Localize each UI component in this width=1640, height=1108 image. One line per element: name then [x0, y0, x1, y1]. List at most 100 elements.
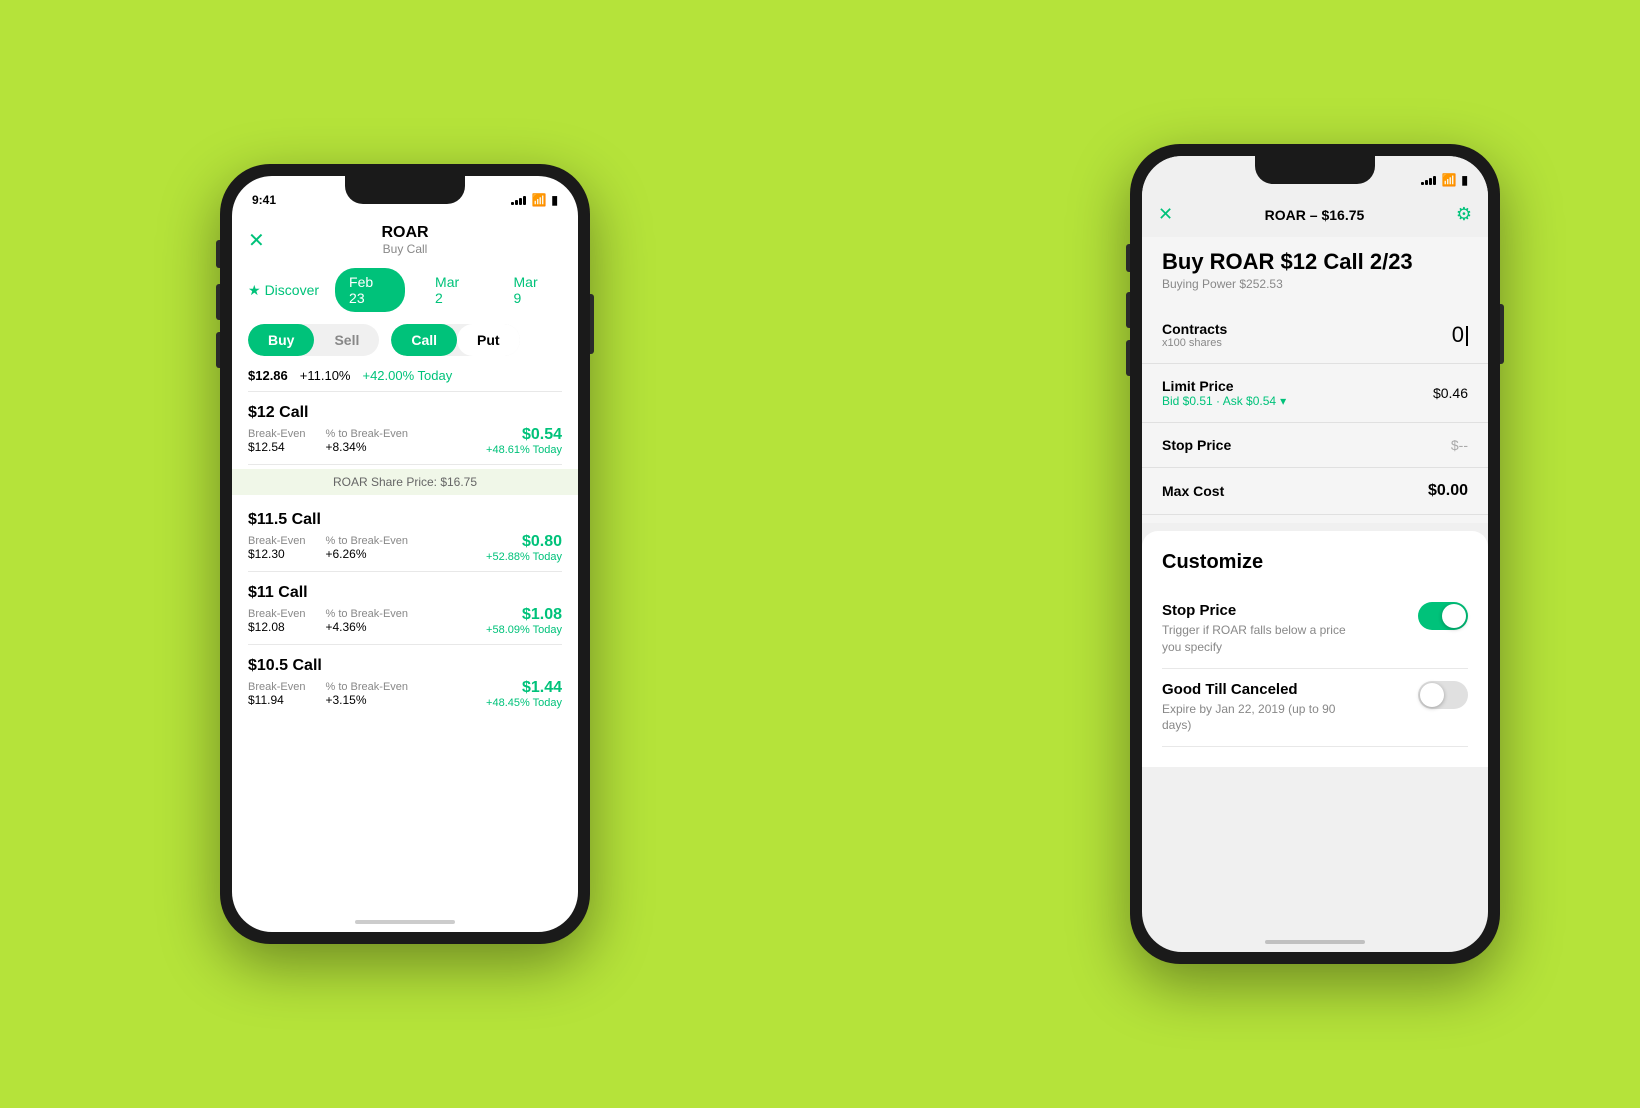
mute-button-right — [1126, 244, 1130, 272]
notch-right — [1255, 156, 1375, 184]
option-name-11: $11 Call — [248, 584, 562, 602]
gtc-desc: Expire by Jan 22, 2019 (up to 90 days) — [1162, 701, 1362, 735]
stop-price-label: Stop Price — [1162, 437, 1231, 453]
put-button[interactable]: Put — [457, 324, 520, 356]
pct-val: +8.34% — [325, 440, 408, 454]
stop-price-value[interactable]: $-- — [1451, 437, 1468, 453]
stop-price-customize-label: Stop Price — [1162, 602, 1362, 619]
customize-title: Customize — [1162, 551, 1468, 574]
buy-sell-toggle: Buy Sell — [248, 324, 379, 356]
option-price-115: $0.80 +52.88% Today — [486, 533, 562, 563]
buying-power: Buying Power $252.53 — [1162, 277, 1468, 291]
option-card-115[interactable]: $11.5 Call Break-Even $12.30 % to Break-… — [232, 499, 578, 571]
option-price-11: $1.08 +58.09% Today — [486, 606, 562, 636]
pct-col-105: % to Break-Even +3.15% — [325, 681, 408, 707]
signal-icon — [511, 196, 526, 205]
opt-price-main-12: $0.54 — [486, 426, 562, 444]
pct-col: % to Break-Even +8.34% — [325, 428, 408, 454]
ticker-name: ROAR — [381, 224, 428, 242]
date-tabs: ★ Discover Feb 23 Mar 2 Mar 9 — [232, 260, 578, 320]
gtc-label: Good Till Canceled — [1162, 681, 1362, 698]
option-details-11: Break-Even $12.08 % to Break-Even +4.36%… — [248, 606, 562, 636]
chevron-down-icon[interactable]: ▾ — [1280, 394, 1286, 408]
option-price-12: $0.54 +48.61% Today — [486, 426, 562, 456]
call-put-toggle: Call Put — [391, 324, 519, 356]
right-header: ✕ ROAR – $16.75 ⚙ — [1142, 196, 1488, 237]
option-left-105: Break-Even $11.94 % to Break-Even +3.15% — [248, 681, 408, 707]
tab-mar2[interactable]: Mar 2 — [421, 268, 483, 312]
price-change-pct: +11.10% — [300, 368, 351, 383]
battery-icon-right: ▮ — [1461, 173, 1468, 187]
home-indicator-right — [1265, 940, 1365, 944]
buy-title: Buy ROAR $12 Call 2/23 — [1162, 249, 1468, 275]
phone-right: 📶 ▮ ✕ ROAR – $16.75 ⚙ Buy ROAR $12 Call … — [1130, 144, 1500, 964]
close-icon-right[interactable]: ✕ — [1158, 204, 1173, 225]
option-price-105: $1.44 +48.45% Today — [486, 679, 562, 709]
toggle-knob-off — [1420, 683, 1444, 707]
volume-up-right — [1126, 292, 1130, 328]
limit-price-row[interactable]: Limit Price Bid $0.51 · Ask $0.54 ▾ $0.4… — [1142, 364, 1488, 423]
divider-2 — [248, 464, 562, 465]
customize-section: Customize Stop Price Trigger if ROAR fal… — [1142, 531, 1488, 767]
volume-up-button — [216, 284, 220, 320]
option-card-12[interactable]: $12 Call Break-Even $12.54 % to Break-Ev… — [232, 392, 578, 464]
breakeven-label: Break-Even — [248, 428, 305, 440]
option-card-11[interactable]: $11 Call Break-Even $12.08 % to Break-Ev… — [232, 572, 578, 644]
opt-price-sub-12: +48.61% Today — [486, 444, 562, 456]
buy-button[interactable]: Buy — [248, 324, 314, 356]
gtc-customize-row: Good Till Canceled Expire by Jan 22, 201… — [1162, 669, 1468, 748]
option-toggles: Buy Sell Call Put — [232, 320, 578, 360]
max-cost-label: Max Cost — [1162, 483, 1224, 499]
discover-tab[interactable]: ★ Discover — [248, 282, 319, 299]
form-section: Contracts x100 shares 0 Limit Price Bid … — [1142, 307, 1488, 523]
breakeven-col-115: Break-Even $12.30 — [248, 535, 305, 561]
breakeven-col-105: Break-Even $11.94 — [248, 681, 305, 707]
status-icons-right: 📶 ▮ — [1421, 173, 1468, 187]
limit-label-group: Limit Price Bid $0.51 · Ask $0.54 ▾ — [1162, 378, 1286, 408]
option-card-105[interactable]: $10.5 Call Break-Even $11.94 % to Break-… — [232, 645, 578, 717]
buy-section: Buy ROAR $12 Call 2/23 Buying Power $252… — [1142, 237, 1488, 307]
stop-price-row[interactable]: Stop Price $-- — [1142, 423, 1488, 468]
pct-label: % to Break-Even — [325, 428, 408, 440]
tab-mar9[interactable]: Mar 9 — [500, 268, 562, 312]
gtc-toggle[interactable] — [1418, 681, 1468, 709]
power-button — [590, 294, 594, 354]
ticker-info: ROAR Buy Call — [381, 224, 428, 256]
breakeven-val: $12.54 — [248, 440, 305, 454]
option-left-115: Break-Even $12.30 % to Break-Even +6.26% — [248, 535, 408, 561]
home-indicator-left — [355, 920, 455, 924]
contracts-input[interactable]: 0 — [1428, 322, 1468, 348]
pct-col-115: % to Break-Even +6.26% — [325, 535, 408, 561]
right-screen: 📶 ▮ ✕ ROAR – $16.75 ⚙ Buy ROAR $12 Call … — [1142, 156, 1488, 952]
contracts-row[interactable]: Contracts x100 shares 0 — [1142, 307, 1488, 364]
star-icon: ★ — [248, 282, 261, 299]
signal-icon-right — [1421, 176, 1436, 185]
status-icons-left: 📶 ▮ — [511, 193, 558, 207]
call-button[interactable]: Call — [391, 324, 457, 356]
contracts-label: Contracts — [1162, 321, 1227, 337]
option-details-105: Break-Even $11.94 % to Break-Even +3.15%… — [248, 679, 562, 709]
sell-button[interactable]: Sell — [314, 324, 379, 356]
contracts-label-group: Contracts x100 shares — [1162, 321, 1227, 349]
ticker-subtitle: Buy Call — [381, 242, 428, 256]
left-screen: 9:41 📶 ▮ ✕ ROAR Buy Call — [232, 176, 578, 932]
wifi-icon: 📶 — [531, 193, 546, 207]
max-cost-row: Max Cost $0.00 — [1142, 468, 1488, 515]
battery-icon: ▮ — [551, 193, 558, 207]
stop-price-toggle[interactable] — [1418, 602, 1468, 630]
option-name-105: $10.5 Call — [248, 657, 562, 675]
price-summary-row: $12.86 +11.10% +42.00% Today — [232, 360, 578, 391]
tab-feb23[interactable]: Feb 23 — [335, 268, 405, 312]
price-today: +42.00% Today — [362, 368, 452, 383]
wifi-icon-right: 📶 — [1441, 173, 1456, 187]
discover-label: Discover — [265, 282, 319, 298]
volume-down-right — [1126, 340, 1130, 376]
left-header: ✕ ROAR Buy Call — [232, 216, 578, 260]
volume-down-button — [216, 332, 220, 368]
gear-icon[interactable]: ⚙ — [1456, 204, 1472, 225]
limit-price-value[interactable]: $0.46 — [1433, 385, 1468, 401]
bid-ask-row: Bid $0.51 · Ask $0.54 ▾ — [1162, 394, 1286, 408]
option-name-115: $11.5 Call — [248, 511, 562, 529]
cursor-line — [1466, 326, 1468, 346]
close-icon-left[interactable]: ✕ — [248, 228, 265, 253]
